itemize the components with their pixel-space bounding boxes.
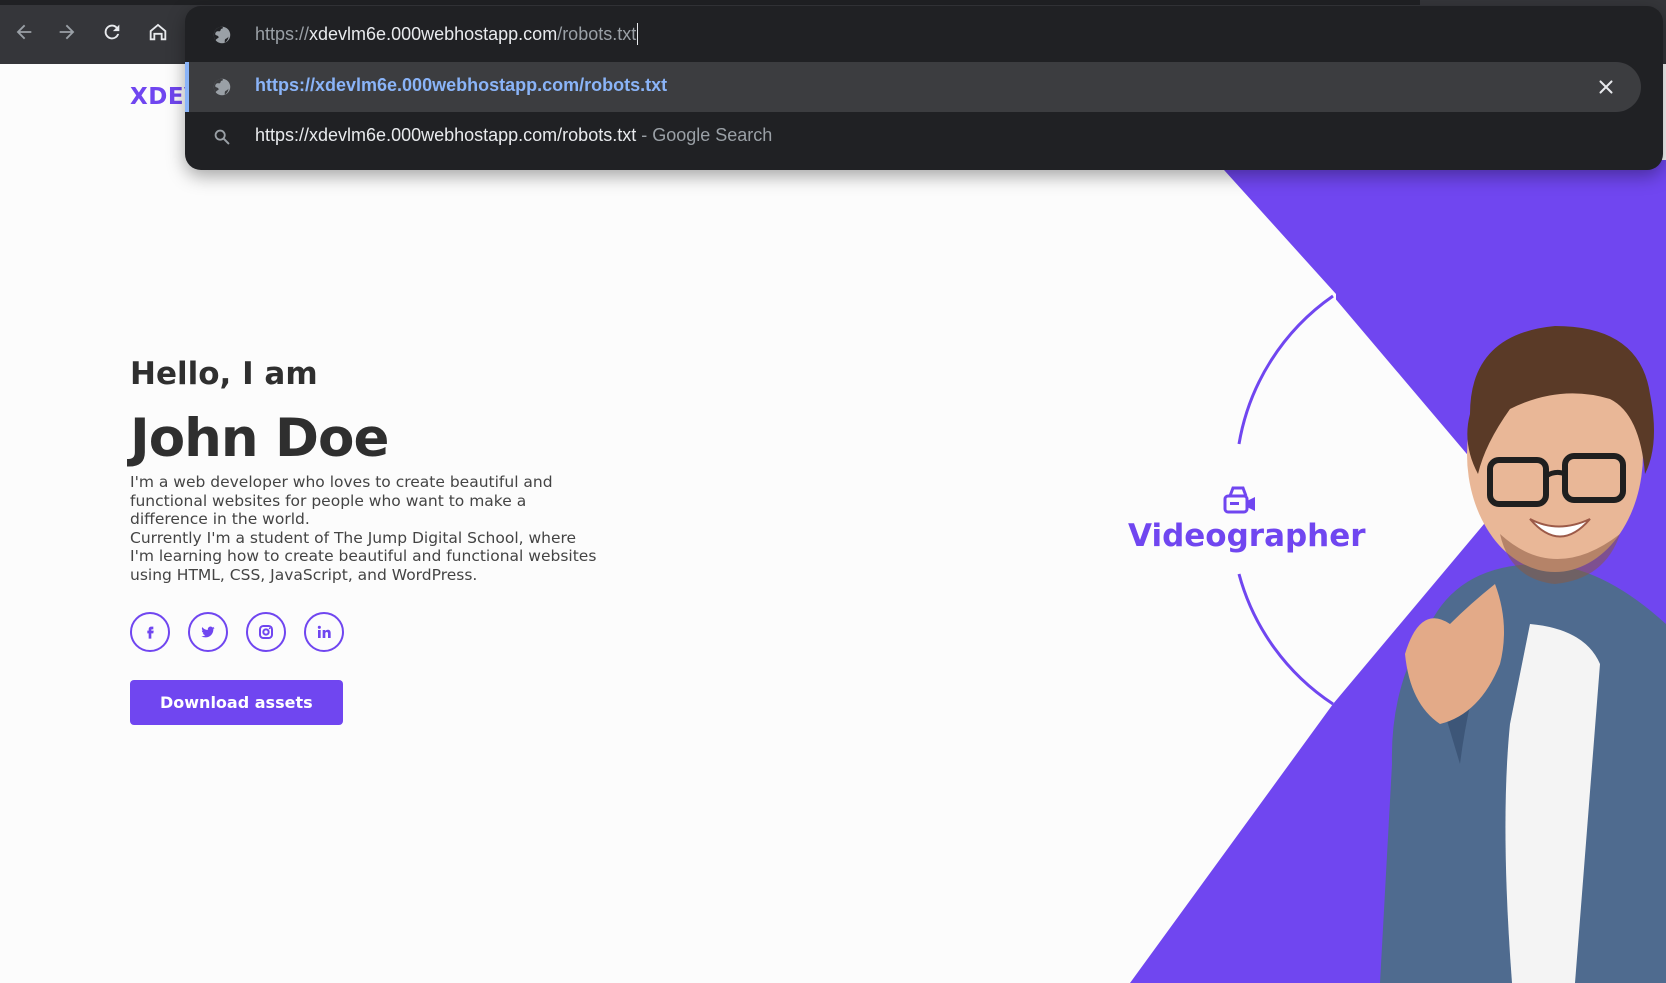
suggestion-url[interactable]: https://xdevlm6e.000webhostapp.com/robot… xyxy=(185,62,1641,112)
linkedin-icon xyxy=(317,625,331,638)
role-card: Videographer xyxy=(1128,484,1366,554)
address-path: /robots.txt xyxy=(557,23,637,44)
bio-text: I'm a web developer who loves to create … xyxy=(130,473,600,584)
search-icon xyxy=(214,129,230,145)
facebook-link[interactable] xyxy=(130,612,170,652)
suggestion-query: https://xdevlm6e.000webhostapp.com/robot… xyxy=(255,125,637,145)
arrow-right-icon xyxy=(59,24,75,40)
download-assets-button[interactable]: Download assets xyxy=(130,680,343,725)
address-text[interactable]: https://xdevlm6e.000webhostapp.com/robot… xyxy=(255,22,639,46)
bio-paragraph-1: I'm a web developer who loves to create … xyxy=(130,473,553,528)
home-icon xyxy=(149,23,167,41)
suggestion-url-text: https://xdevlm6e.000webhostapp.com/robot… xyxy=(255,75,668,95)
video-camera-icon xyxy=(1223,486,1255,514)
suggestion-search[interactable]: https://xdevlm6e.000webhostapp.com/robot… xyxy=(185,112,1641,162)
web-page: XDEV Hello, I am John Doe I'm a web deve… xyxy=(0,64,1666,983)
address-host: xdevlm6e.000webhostapp.com xyxy=(309,23,558,44)
close-icon[interactable] xyxy=(1595,76,1617,98)
selection-indicator xyxy=(185,62,189,112)
greeting-heading: Hello, I am xyxy=(130,356,318,392)
bio-paragraph-2: Currently I'm a student of The Jump Digi… xyxy=(130,528,597,584)
text-cursor xyxy=(637,23,639,45)
address-scheme: https:// xyxy=(255,23,310,44)
twitter-link[interactable] xyxy=(188,612,228,652)
linkedin-link[interactable] xyxy=(304,612,344,652)
globe-icon xyxy=(213,78,231,96)
globe-icon xyxy=(213,26,231,44)
facebook-icon xyxy=(147,626,154,639)
hero-name: John Doe xyxy=(130,408,389,469)
instagram-icon xyxy=(259,625,273,639)
address-bar[interactable]: https://xdevlm6e.000webhostapp.com/robot… xyxy=(185,6,1663,62)
home-button[interactable] xyxy=(142,16,174,48)
reload-icon xyxy=(104,24,120,40)
reload-button[interactable] xyxy=(96,16,128,48)
back-button[interactable] xyxy=(8,16,40,48)
instagram-link[interactable] xyxy=(246,612,286,652)
tab-strip-edge xyxy=(0,0,1420,5)
forward-button[interactable] xyxy=(51,16,83,48)
suggestion-suffix: - Google Search xyxy=(641,125,773,145)
role-label: Videographer xyxy=(1128,518,1366,554)
hero-intro: Hello, I am John Doe I'm a web developer… xyxy=(130,356,600,725)
omnibox-dropdown: https://xdevlm6e.000webhostapp.com/robot… xyxy=(185,6,1663,170)
suggestion-search-text: https://xdevlm6e.000webhostapp.com/robot… xyxy=(255,125,772,146)
twitter-icon xyxy=(201,626,215,638)
social-links xyxy=(130,612,600,652)
arrow-left-icon xyxy=(16,24,32,40)
